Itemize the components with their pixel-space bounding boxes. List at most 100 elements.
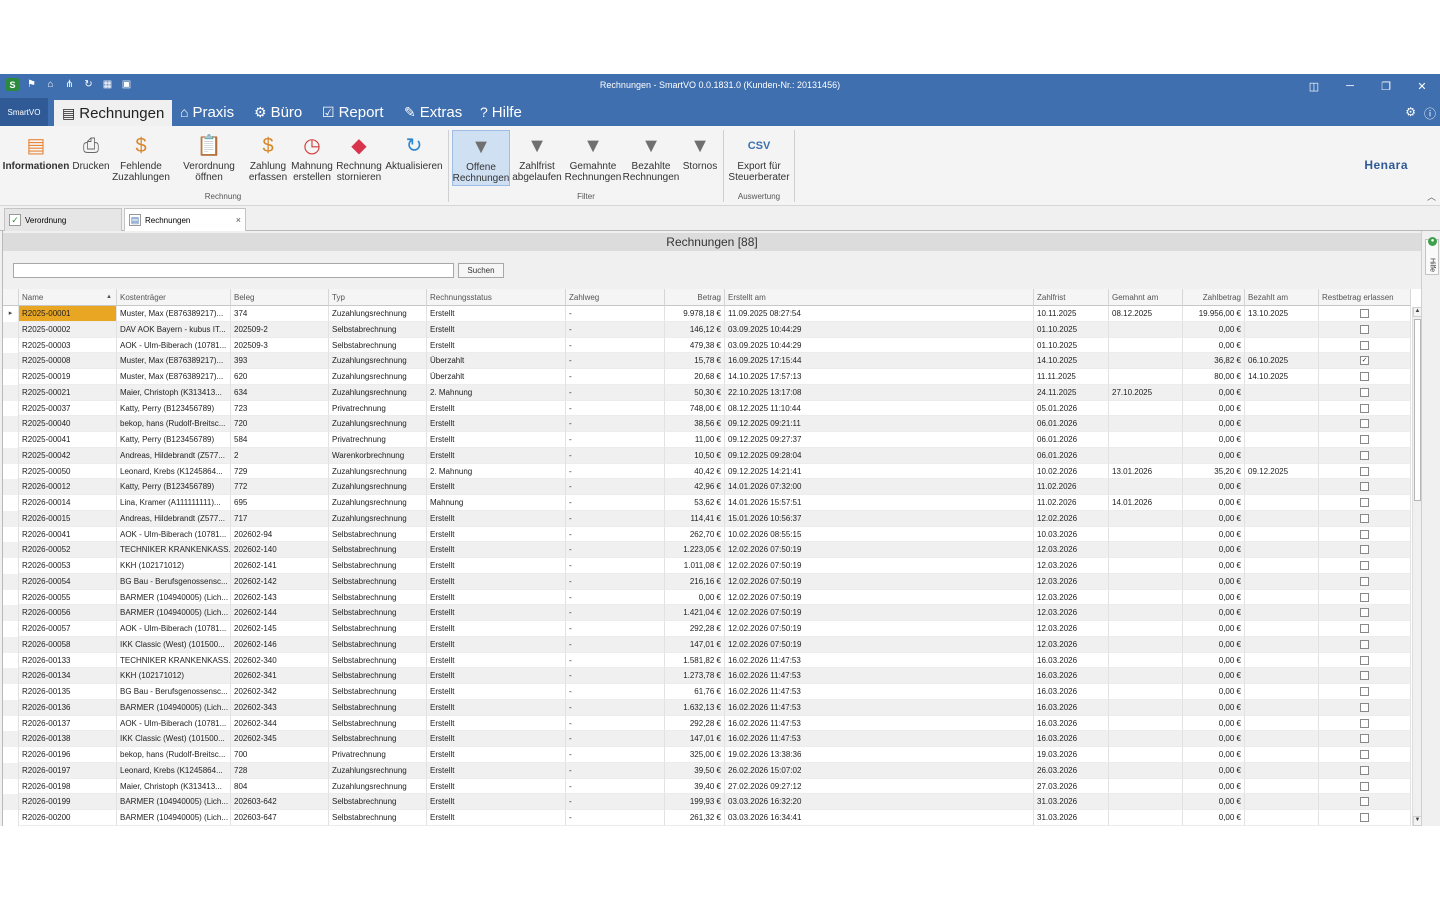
cell-restbetrag-erlassen[interactable]	[1319, 731, 1411, 747]
cell-erstellt-am[interactable]: 11.09.2025 08:27:54	[725, 306, 1034, 322]
search-button[interactable]: Suchen	[458, 263, 504, 278]
cell-erstellt-am[interactable]: 16.09.2025 17:15:44	[725, 353, 1034, 369]
cell-restbetrag-erlassen[interactable]	[1319, 369, 1411, 385]
cell-zahlfrist[interactable]: 26.03.2026	[1034, 762, 1109, 779]
cell-zahlweg[interactable]: -	[566, 668, 665, 684]
cell-rechnungsstatus[interactable]: Erstellt	[427, 810, 566, 826]
cell-erstellt-am[interactable]: 19.02.2026 13:38:36	[725, 747, 1034, 763]
checkbox[interactable]	[1360, 403, 1369, 413]
informationen-button[interactable]: ▤ Informationen	[3, 130, 70, 186]
cell-rechnungsstatus[interactable]: Erstellt	[427, 636, 566, 653]
cell-beleg[interactable]: 202603-647	[231, 810, 329, 826]
menu-rechnungen[interactable]: ▤ Rechnungen	[54, 98, 173, 126]
cell-typ[interactable]: Selbstabrechnung	[329, 699, 427, 716]
cell-rechnungsstatus[interactable]: Erstellt	[427, 794, 566, 810]
cell-zahlfrist[interactable]: 12.03.2026	[1034, 636, 1109, 653]
cell-zahlbetrag[interactable]: 0,00 €	[1183, 526, 1245, 543]
checkbox[interactable]	[1360, 671, 1369, 681]
cell-name[interactable]: R2026-00054	[19, 573, 117, 590]
vertical-scrollbar[interactable]: ▲ ▼	[1412, 307, 1422, 826]
cell-rechnungsstatus[interactable]: 2. Mahnung	[427, 384, 566, 401]
checkbox[interactable]	[1360, 387, 1369, 397]
cell-gemahnt-am[interactable]	[1109, 794, 1183, 810]
cell-gemahnt-am[interactable]	[1109, 621, 1183, 637]
cell-zahlweg[interactable]: -	[566, 747, 665, 763]
cell-beleg[interactable]: 717	[231, 510, 329, 527]
cell-zahlbetrag[interactable]: 0,00 €	[1183, 605, 1245, 621]
cell-beleg[interactable]: 804	[231, 778, 329, 795]
cell-zahlweg[interactable]: -	[566, 306, 665, 322]
gemahnte-rechnungen-filter[interactable]: ▼ Gemahnte Rechnungen	[564, 130, 622, 186]
cell-kostentraeger[interactable]: BARMER (104940005) (Lich...	[117, 699, 231, 716]
cell-kostentraeger[interactable]: BARMER (104940005) (Lich...	[117, 810, 231, 826]
cell-restbetrag-erlassen[interactable]	[1319, 400, 1411, 417]
cell-beleg[interactable]: 374	[231, 306, 329, 322]
cell-zahlbetrag[interactable]: 0,00 €	[1183, 684, 1245, 700]
cell-erstellt-am[interactable]: 09.12.2025 14:21:41	[725, 463, 1034, 480]
cell-rechnungsstatus[interactable]: Überzahlt	[427, 353, 566, 369]
cell-typ[interactable]: Selbstabrechnung	[329, 321, 427, 338]
cell-restbetrag-erlassen[interactable]	[1319, 778, 1411, 795]
cell-gemahnt-am[interactable]: 13.01.2026	[1109, 463, 1183, 480]
cell-gemahnt-am[interactable]	[1109, 589, 1183, 606]
cell-typ[interactable]: Selbstabrechnung	[329, 668, 427, 684]
cell-beleg[interactable]: 202602-145	[231, 621, 329, 637]
row-selector[interactable]	[3, 416, 19, 432]
cell-bezahlt-am[interactable]	[1245, 699, 1319, 716]
cell-bezahlt-am[interactable]	[1245, 321, 1319, 338]
cell-name[interactable]: R2026-00056	[19, 605, 117, 621]
cell-erstellt-am[interactable]: 03.03.2026 16:32:20	[725, 794, 1034, 810]
cell-betrag[interactable]: 292,28 €	[665, 621, 725, 637]
cell-zahlbetrag[interactable]: 0,00 €	[1183, 715, 1245, 732]
cell-bezahlt-am[interactable]	[1245, 747, 1319, 763]
cell-zahlbetrag[interactable]: 0,00 €	[1183, 699, 1245, 716]
cell-kostentraeger[interactable]: KKH (102171012)	[117, 558, 231, 574]
row-selector[interactable]	[3, 463, 19, 480]
cell-betrag[interactable]: 1.421,04 €	[665, 605, 725, 621]
cell-erstellt-am[interactable]: 09.12.2025 09:21:11	[725, 416, 1034, 432]
cell-erstellt-am[interactable]: 12.02.2026 07:50:19	[725, 558, 1034, 574]
cell-kostentraeger[interactable]: bekop, hans (Rudolf-Breitsc...	[117, 747, 231, 763]
cell-zahlbetrag[interactable]: 0,00 €	[1183, 400, 1245, 417]
row-selector[interactable]	[3, 794, 19, 810]
cell-name[interactable]: R2026-00055	[19, 589, 117, 606]
cell-zahlfrist[interactable]: 06.01.2026	[1034, 416, 1109, 432]
cell-betrag[interactable]: 38,56 €	[665, 416, 725, 432]
cell-bezahlt-am[interactable]: 09.12.2025	[1245, 463, 1319, 480]
row-selector[interactable]	[3, 715, 19, 732]
close-icon[interactable]: ✕	[1404, 74, 1440, 98]
checkbox[interactable]	[1360, 529, 1369, 539]
cell-gemahnt-am[interactable]	[1109, 542, 1183, 558]
column-header-zahlbetrag[interactable]: Zahlbetrag	[1183, 289, 1245, 306]
cell-kostentraeger[interactable]: Muster, Max (E876389217)...	[117, 353, 231, 369]
cell-zahlfrist[interactable]: 05.01.2026	[1034, 400, 1109, 417]
cell-kostentraeger[interactable]: TECHNIKER KRANKENKASS...	[117, 542, 231, 558]
row-selector[interactable]	[3, 432, 19, 448]
cell-gemahnt-am[interactable]	[1109, 684, 1183, 700]
cell-zahlbetrag[interactable]: 0,00 €	[1183, 810, 1245, 826]
cell-betrag[interactable]: 50,30 €	[665, 384, 725, 401]
cell-zahlbetrag[interactable]: 0,00 €	[1183, 731, 1245, 747]
cell-bezahlt-am[interactable]	[1245, 636, 1319, 653]
checkbox[interactable]	[1360, 765, 1369, 775]
cell-erstellt-am[interactable]: 26.02.2026 15:07:02	[725, 762, 1034, 779]
cell-betrag[interactable]: 10,50 €	[665, 447, 725, 464]
row-selector[interactable]	[3, 400, 19, 417]
cell-zahlbetrag[interactable]: 0,00 €	[1183, 589, 1245, 606]
cell-kostentraeger[interactable]: Katty, Perry (B123456789)	[117, 432, 231, 448]
cell-betrag[interactable]: 147,01 €	[665, 636, 725, 653]
cell-name[interactable]: R2026-00199	[19, 794, 117, 810]
cell-betrag[interactable]: 325,00 €	[665, 747, 725, 763]
cell-bezahlt-am[interactable]	[1245, 416, 1319, 432]
cell-kostentraeger[interactable]: Andreas, Hildebrandt (Z577...	[117, 447, 231, 464]
cell-betrag[interactable]: 147,01 €	[665, 731, 725, 747]
cell-name[interactable]: R2025-00003	[19, 337, 117, 354]
cell-zahlbetrag[interactable]: 0,00 €	[1183, 416, 1245, 432]
cell-name[interactable]: R2026-00138	[19, 731, 117, 747]
cell-erstellt-am[interactable]: 14.01.2026 07:32:00	[725, 479, 1034, 495]
cell-rechnungsstatus[interactable]: Erstellt	[427, 668, 566, 684]
menu-hilfe[interactable]: ? Hilfe	[472, 98, 530, 126]
cell-zahlfrist[interactable]: 12.03.2026	[1034, 542, 1109, 558]
cell-restbetrag-erlassen[interactable]	[1319, 762, 1411, 779]
cell-gemahnt-am[interactable]	[1109, 353, 1183, 369]
